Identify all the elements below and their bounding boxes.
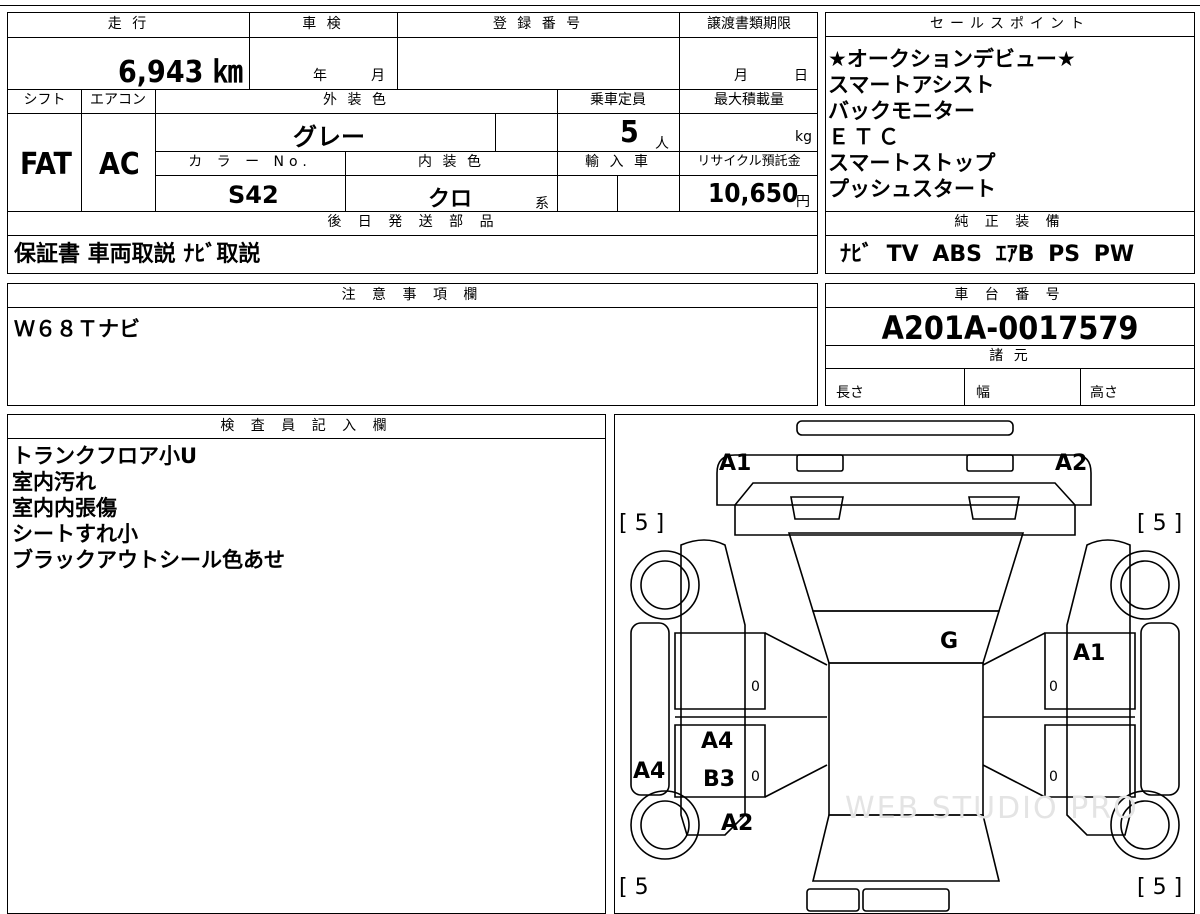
shaken-year-unit: 年 [313, 68, 327, 84]
height-label: 高さ [1090, 385, 1118, 401]
inspector-item: トランクフロア小U [12, 444, 198, 468]
sales-point-item: バックモニター [828, 99, 975, 123]
tire-tread-label: [ 5 [619, 875, 649, 900]
color-no-header: カ ラ ー No. [188, 154, 312, 170]
registration-header: 登 録 番 号 [492, 16, 584, 32]
inspector-item: 室内内張傷 [12, 496, 117, 520]
sales-point-item: ★オークションデビュー★ [828, 47, 1076, 71]
interior-color-value: クロ [428, 187, 473, 212]
notes-header: 注 意 事 項 欄 [8, 284, 817, 308]
roof [811, 610, 1001, 664]
zero-mark: 0 [751, 679, 760, 695]
capacity-value: 5 [620, 115, 639, 150]
later-parts-value: 保証書 車両取説 ﾅﾋﾞ取説 [14, 242, 261, 267]
length-label: 長さ [836, 385, 864, 401]
max-load-header: 最大積載量 [714, 92, 784, 108]
damage-mark: A4 [633, 759, 666, 784]
ac-value: AC [99, 147, 140, 182]
capacity-unit: 人 [655, 136, 669, 152]
mileage-header: 走 行 [107, 16, 150, 32]
mileage-value: 6,943 ㎞ [118, 55, 243, 90]
sales-point-item: プッシュスタート [828, 177, 996, 201]
headlight-right [966, 454, 1014, 472]
tire-tread-label: [ 5 ] [1137, 875, 1183, 900]
sales-point-item: スマートアシスト [828, 73, 995, 97]
shaken-month-unit: 月 [371, 68, 385, 84]
later-parts-header: 後 日 発 送 部 品 [327, 214, 500, 230]
inspector-header: 検 査 員 記 入 欄 [8, 415, 605, 439]
notes-value: Ｗ６８Ｔナビ [14, 317, 140, 341]
side-skirt-right [1140, 622, 1180, 796]
rear-door-right [1044, 724, 1136, 798]
inspector-item: ブラックアウトシール色あせ [12, 548, 285, 572]
shift-value: FAT [20, 147, 72, 182]
grille-right [968, 496, 1020, 520]
recycle-deposit-value: 10,650 [708, 179, 799, 209]
windshield [787, 532, 1025, 612]
car-diagram [630, 420, 1180, 912]
inspector-item: シートすれ小 [12, 522, 138, 546]
max-load-unit: kg [795, 129, 812, 145]
damage-mark: B3 [703, 767, 736, 792]
shift-header: シフト [23, 92, 66, 108]
headlight-left [796, 454, 844, 472]
rear-bumper-center [862, 888, 950, 912]
specs-header: 諸 元 [989, 348, 1031, 364]
damage-mark: A1 [719, 451, 752, 476]
capacity-header: 乗車定員 [590, 92, 646, 108]
sales-point-item: スマートストップ [828, 151, 996, 175]
hood [734, 482, 1076, 536]
front-door-left [674, 632, 766, 710]
interior-color-header: 内 装 色 [418, 154, 484, 170]
tire-tread-label: [ 5 ] [619, 511, 665, 536]
grille-left [790, 496, 844, 520]
chassis-number-header: 車 台 番 号 [826, 284, 1194, 308]
exterior-color-value: グレー [293, 123, 365, 151]
interior-color-unit: 系 [535, 196, 549, 212]
front-panel [716, 454, 1092, 506]
specs-panel: 走 行 車 検 登 録 番 号 譲渡書類期限 6,943 ㎞ 年 月 月 日 シ… [7, 12, 818, 274]
zero-mark: 0 [751, 769, 760, 785]
damage-mark: A4 [701, 729, 734, 754]
car-diagram-panel: A1 A2 G A1 A4 A4 B3 A2 [ 5 ] [ 5 ] [ 5 [… [614, 414, 1195, 914]
factory-equipment-header: 純 正 装 備 [954, 214, 1066, 230]
chassis-panel: 車 台 番 号 A201A-0017579 諸 元 長さ 幅 高さ [825, 283, 1195, 406]
front-bumper [796, 420, 1014, 436]
shaken-header: 車 検 [302, 16, 344, 32]
width-label: 幅 [976, 385, 990, 401]
sales-points-header: セールスポイント [826, 13, 1194, 37]
rear-bumper [806, 888, 860, 912]
zero-mark: 0 [1049, 769, 1058, 785]
color-no-value: S42 [228, 181, 279, 209]
transfer-month-unit: 月 [734, 68, 748, 84]
inspector-item: 室内汚れ [12, 470, 96, 494]
sales-points-panel: セールスポイント ★オークションデビュー★ スマートアシスト バックモニター Ｅ… [825, 12, 1195, 274]
recycle-deposit-header: リサイクル預託金 [697, 154, 801, 169]
damage-mark: A2 [1055, 451, 1088, 476]
tire-tread-label: [ 5 ] [1137, 511, 1183, 536]
notes-panel: 注 意 事 項 欄 Ｗ６８Ｔナビ [7, 283, 818, 406]
top-strip [0, 0, 1200, 6]
damage-mark: G [940, 629, 959, 654]
damage-mark: A1 [1073, 641, 1106, 666]
sales-point-item: ＥＴＣ [828, 125, 903, 149]
exterior-color-header: 外 装 色 [323, 92, 389, 108]
watermark: WEB STUDIO PRO [845, 791, 1139, 826]
transfer-day-unit: 日 [794, 68, 808, 84]
tire-rear-left-inner [640, 800, 690, 850]
ac-header: エアコン [90, 92, 146, 108]
damage-mark: A2 [721, 811, 754, 836]
chassis-number-value: A201A-0017579 [881, 309, 1139, 347]
recycle-deposit-unit: 円 [796, 194, 810, 210]
import-header: 輸 入 車 [585, 154, 651, 170]
factory-equipment-value: ﾅﾋﾞ TV ABS ｴｱB PS PW [840, 242, 1135, 267]
transfer-deadline-header: 譲渡書類期限 [707, 16, 791, 32]
inspector-panel: 検 査 員 記 入 欄 トランクフロア小U 室内汚れ 室内内張傷 シートすれ小 … [7, 414, 606, 914]
zero-mark: 0 [1049, 679, 1058, 695]
tire-front-right-inner [1120, 560, 1170, 610]
